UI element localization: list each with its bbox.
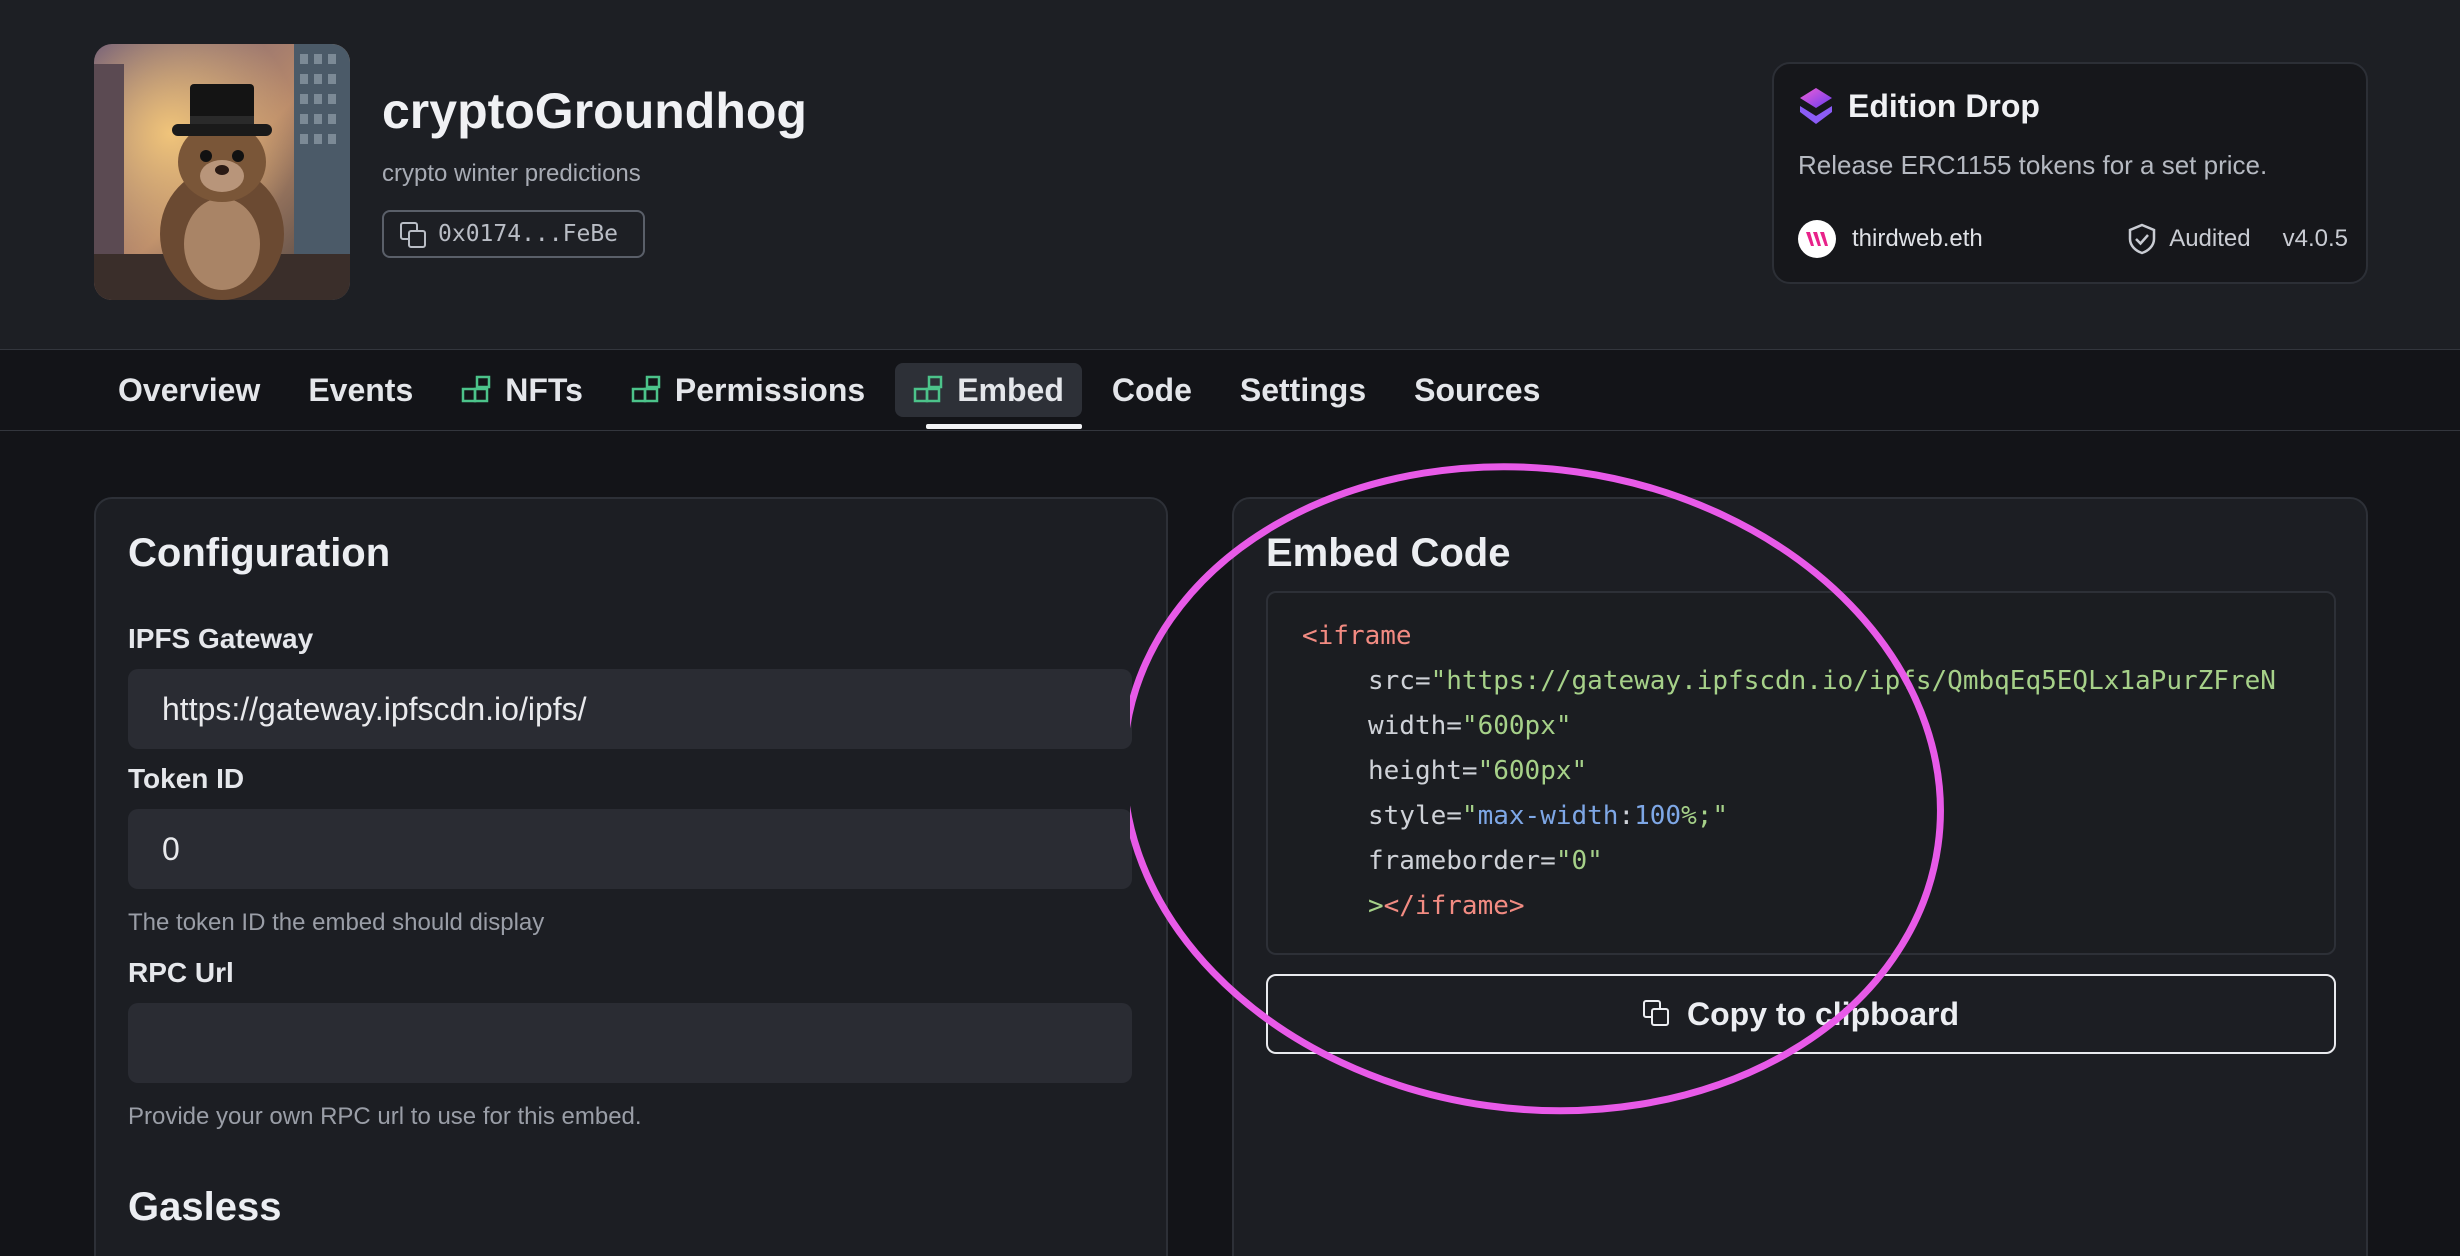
tab-label: Events xyxy=(308,371,414,408)
contract-address-button[interactable]: 0x0174...FeBe xyxy=(382,210,645,258)
contract-name: cryptoGroundhog xyxy=(382,83,807,139)
version-label: v4.0.5 xyxy=(2282,225,2348,252)
audited-label: Audited xyxy=(2169,225,2251,252)
publisher-name[interactable]: thirdweb.eth xyxy=(1852,225,1983,253)
edition-drop-icon xyxy=(1800,88,1832,124)
contract-description: crypto winter predictions xyxy=(382,160,641,187)
ipfs-gateway-input[interactable]: https://gateway.ipfscdn.io/ipfs/ xyxy=(128,669,1132,749)
edition-drop-description: Release ERC1155 tokens for a set price. xyxy=(1798,150,2268,180)
extension-grid-icon xyxy=(913,375,943,403)
tab-label: Permissions xyxy=(674,371,866,408)
configuration-title: Configuration xyxy=(128,531,391,575)
tab-embed[interactable]: Embed xyxy=(895,363,1082,417)
gasless-title: Gasless xyxy=(128,1185,282,1229)
tab-nfts[interactable]: NFTs xyxy=(443,363,601,417)
tab-label: Settings xyxy=(1239,371,1367,408)
token-id-value: 0 xyxy=(162,830,180,867)
extension-grid-icon xyxy=(462,375,491,403)
ipfs-gateway-value: https://gateway.ipfscdn.io/ipfs/ xyxy=(162,690,587,727)
token-id-label: Token ID xyxy=(128,763,245,794)
tab-label: Sources xyxy=(1414,371,1541,408)
tab-label: NFTs xyxy=(505,371,583,408)
rpc-url-input[interactable] xyxy=(128,1003,1132,1083)
highlight-ellipse-annotation xyxy=(1130,463,1944,1115)
tab-settings[interactable]: Settings xyxy=(1222,363,1384,417)
rpc-url-helper: Provide your own RPC url to use for this… xyxy=(128,1103,642,1130)
rpc-url-label: RPC Url xyxy=(128,957,234,988)
thirdweb-logo-icon xyxy=(1798,220,1836,258)
contract-tabs: Overview Events NFTs Permissions Embed C… xyxy=(100,362,1570,418)
tab-sources[interactable]: Sources xyxy=(1396,363,1558,417)
tab-label: Code xyxy=(1111,371,1192,408)
ipfs-gateway-label: IPFS Gateway xyxy=(128,623,314,654)
tab-code[interactable]: Code xyxy=(1094,363,1210,417)
edition-drop-title: Edition Drop xyxy=(1848,87,2040,124)
tab-label: Embed xyxy=(957,371,1064,408)
tab-label: Overview xyxy=(118,371,261,408)
tab-overview[interactable]: Overview xyxy=(100,363,278,417)
extension-grid-icon xyxy=(631,375,661,403)
token-id-input[interactable]: 0 xyxy=(128,809,1132,889)
groundhog-image xyxy=(94,44,350,300)
active-tab-indicator xyxy=(926,424,1082,429)
token-id-helper: The token ID the embed should display xyxy=(128,909,545,936)
configuration-panel: Configuration IPFS Gateway https://gatew… xyxy=(94,497,1168,1256)
tab-permissions[interactable]: Permissions xyxy=(613,363,883,417)
contract-avatar xyxy=(94,44,350,300)
tabs-divider xyxy=(0,430,2460,431)
copy-icon xyxy=(400,222,426,248)
header-divider xyxy=(0,349,2460,350)
tab-events[interactable]: Events xyxy=(290,363,431,417)
shield-check-icon xyxy=(2128,223,2156,255)
edition-drop-card[interactable]: Edition Drop Release ERC1155 tokens for … xyxy=(1772,62,2368,284)
contract-address: 0x0174...FeBe xyxy=(438,221,619,247)
